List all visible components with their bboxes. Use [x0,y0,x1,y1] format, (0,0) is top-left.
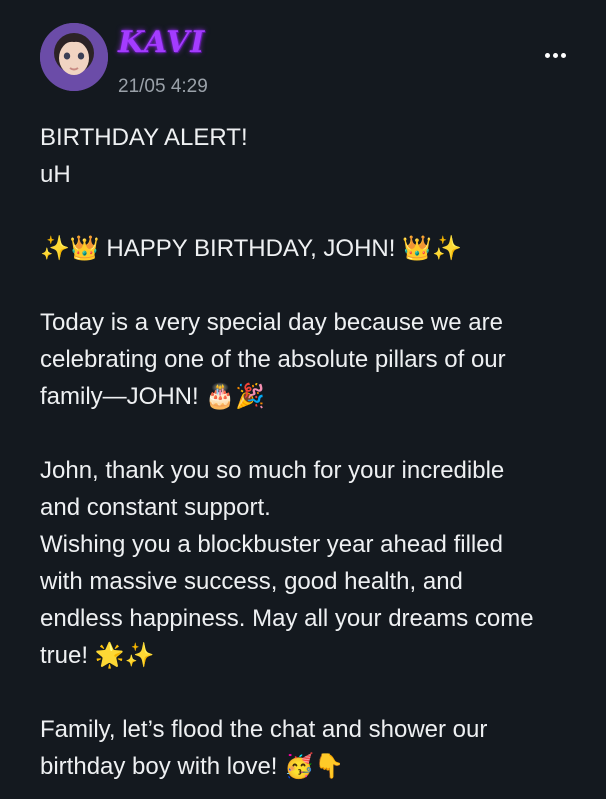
message-line: Family, let’s flood the chat and shower … [40,716,488,743]
message-line: uH [40,161,71,188]
message-line: John, thank you so much for your incredi… [40,457,505,484]
message-body: BIRTHDAY ALERT! uH ✨👑 HAPPY BIRTHDAY, JO… [40,119,600,785]
message-line: celebrating one of the absolute pillars … [40,346,506,373]
message-line: birthday boy with love! 🥳👇 [40,753,344,780]
message-line: Today is a very special day because we a… [40,309,503,336]
message-line: endless happiness. May all your dreams c… [40,605,534,632]
message-line: family—JOHN! 🎂🎉 [40,383,266,410]
more-options-icon [552,52,558,58]
post-timestamp: 21/05 4:29 [118,76,208,97]
message-line: with massive success, good health, and [40,568,463,595]
more-options-button[interactable] [538,44,572,66]
author-avatar[interactable] [40,23,108,91]
more-options-icon [544,52,550,58]
message-line: Wishing you a blockbuster year ahead fil… [40,531,503,558]
author-name[interactable]: KAVI [118,24,205,62]
message-line: BIRTHDAY ALERT! [40,124,248,151]
message-line: true! 🌟✨ [40,642,155,669]
message-line: ✨👑 HAPPY BIRTHDAY, JOHN! 👑✨ [40,235,462,262]
post-header: KAVI 21/05 4:29 [0,0,606,110]
message-line: and constant support. [40,494,271,521]
more-options-icon [560,52,566,58]
